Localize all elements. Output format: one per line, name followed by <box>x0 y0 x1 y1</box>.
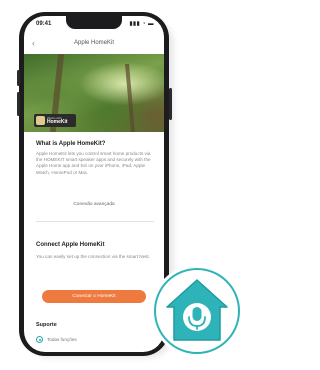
about-description: Apple HomeKit lets you control smart hom… <box>36 151 151 175</box>
phone-side-button <box>17 92 20 116</box>
status-icons: ▮▮▮ ◔ ▬ <box>129 21 154 27</box>
page-title: Apple HomeKit <box>73 40 115 46</box>
radio-selected-dot <box>38 338 41 341</box>
homekit-microphone-icon <box>166 279 228 341</box>
status-bar: 09:41 ▮▮▮ ◔ ▬ <box>24 16 164 36</box>
homekit-logo-icon <box>36 116 45 125</box>
phone-side-button <box>169 88 172 120</box>
radio-button[interactable] <box>36 336 43 343</box>
learn-more-link[interactable]: Conexão avançada <box>24 202 164 207</box>
list-item[interactable]: Todas funções <box>36 336 136 344</box>
hero-image: Works with HomeKit <box>24 54 164 132</box>
nav-bar: ‹ Apple HomeKit <box>24 36 164 54</box>
list-item-label: Todas funções <box>47 337 77 342</box>
connect-homekit-button[interactable]: Conectar o HomeKit <box>42 290 146 303</box>
homekit-badge: Works with HomeKit <box>34 114 76 127</box>
divider <box>36 221 154 222</box>
tree-trunk <box>125 64 135 132</box>
about-title: What is Apple HomeKit? <box>36 141 106 147</box>
connect-title: Connect Apple HomeKit <box>36 242 105 248</box>
phone-screen: 09:41 ▮▮▮ ◔ ▬ ‹ Apple HomeKit Works with… <box>24 16 164 352</box>
status-time: 09:41 <box>36 21 52 27</box>
phone-notch <box>66 16 122 29</box>
phone-side-button <box>17 70 20 86</box>
badge-title: HomeKit <box>47 119 68 125</box>
connect-description: You can easily set up the connection via… <box>36 254 150 259</box>
support-title: Suporte <box>36 322 57 328</box>
